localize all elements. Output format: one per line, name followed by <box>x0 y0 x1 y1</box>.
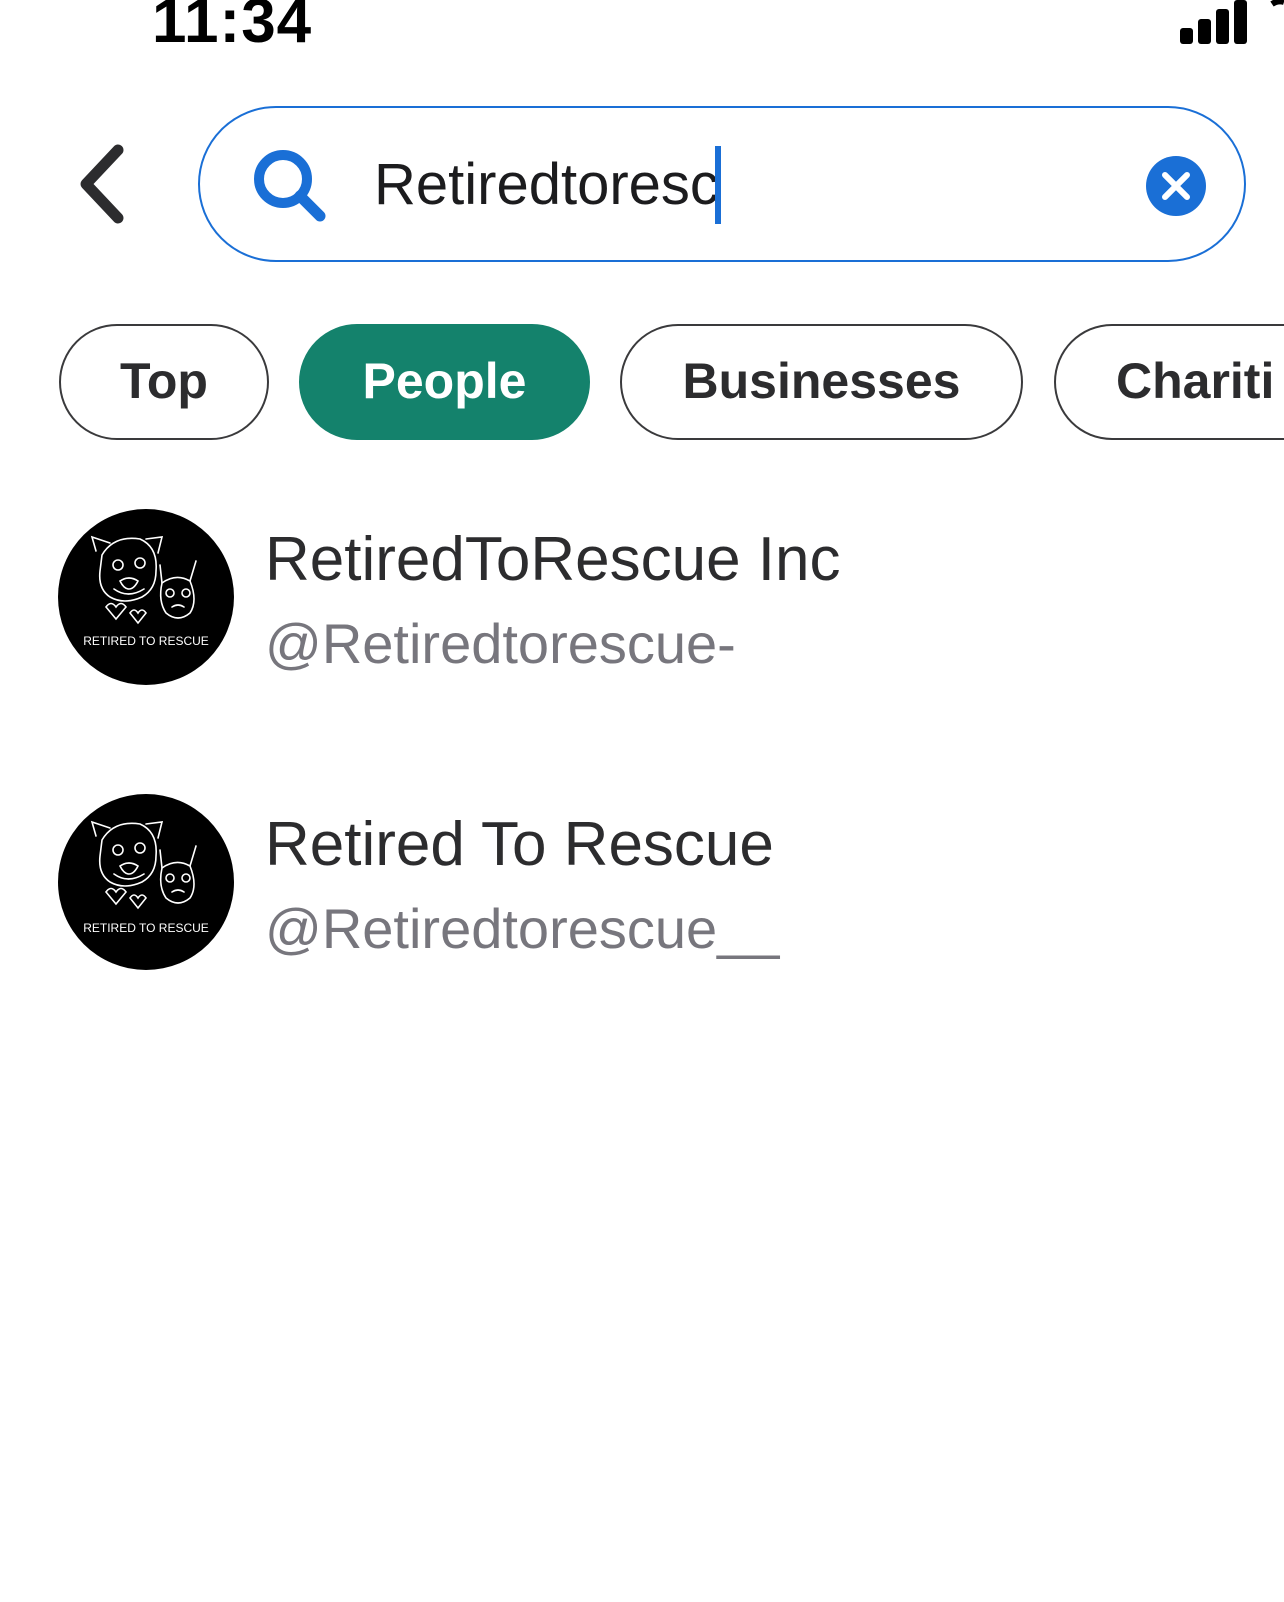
search-result-item[interactable]: RETIRED TO RESCUE Retired To Rescue @Ret… <box>58 794 1284 970</box>
dog-logo-icon: RETIRED TO RESCUE <box>83 535 209 648</box>
filter-chip-charities[interactable]: Chariti <box>1054 324 1284 440</box>
search-input[interactable]: Retiredtoresc <box>374 142 721 228</box>
search-query-text: Retiredtoresc <box>374 152 719 217</box>
filter-chip-top[interactable]: Top <box>59 324 269 440</box>
result-name: Retired To Rescue <box>265 810 774 879</box>
chevron-left-icon <box>80 144 124 224</box>
avatar-logo-text: RETIRED TO RESCUE <box>83 634 209 648</box>
dog-logo-icon: RETIRED TO RESCUE <box>83 820 209 935</box>
result-name: RetiredToRescue Inc <box>265 525 841 594</box>
back-button[interactable] <box>72 142 136 226</box>
cellular-signal-icon <box>1180 0 1284 44</box>
clear-search-button[interactable] <box>1146 156 1206 216</box>
result-handle: @Retiredtorescue__ <box>265 897 780 960</box>
search-result-item[interactable]: RETIRED TO RESCUE RetiredToRescue Inc @R… <box>58 509 1284 685</box>
text-caret <box>714 145 721 224</box>
close-icon <box>1162 172 1190 200</box>
status-bar: 11:34 <box>0 0 1284 60</box>
avatar: RETIRED TO RESCUE <box>58 794 234 970</box>
result-handle: @Retiredtorescue- <box>265 612 736 675</box>
filter-chip-row: Top People Businesses Chariti <box>0 324 1284 440</box>
search-icon <box>254 150 326 222</box>
avatar: RETIRED TO RESCUE <box>58 509 234 685</box>
search-field[interactable]: Retiredtoresc <box>198 106 1246 262</box>
filter-chip-people[interactable]: People <box>299 324 590 440</box>
status-time: 11:34 <box>152 0 313 56</box>
filter-chip-businesses[interactable]: Businesses <box>620 324 1023 440</box>
avatar-logo-text: RETIRED TO RESCUE <box>83 921 209 935</box>
